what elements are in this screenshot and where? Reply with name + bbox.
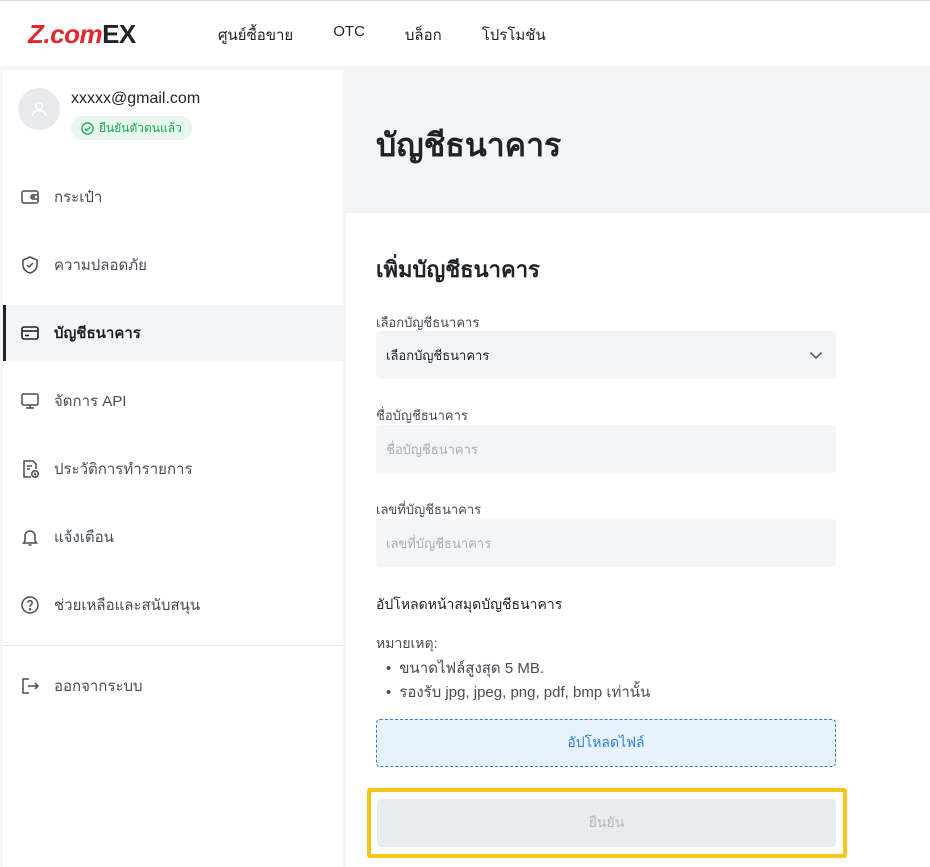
card-title: เพิ่มบัญชีธนาคาร [376, 257, 540, 282]
main-nav: ศูนย์ซื้อขาย OTC บล็อก โปรโมชัน [218, 23, 546, 47]
verified-badge-label: ยืนยันตัวตนแล้ว [99, 120, 182, 135]
monitor-icon [20, 391, 40, 411]
page-title: บัญชีธนาคาร [376, 127, 562, 163]
sidebar-item-bank-account[interactable]: บัญชีธนาคาร [3, 305, 343, 361]
bank-select[interactable]: เลือกบัญชีธนาคาร [376, 331, 836, 379]
sidebar-item-label: กระเป๋า [54, 189, 103, 206]
add-bank-account-card: เพิ่มบัญชีธนาคาร เลือกบัญชีธนาคาร เลือกบ… [346, 213, 930, 867]
account-number-label: เลขที่บัญชีธนาคาร [376, 502, 482, 517]
zcomex-logo[interactable]: Z.com EX [28, 18, 136, 49]
upload-section-label: อัปโหลดหน้าสมุดบัญชีธนาคาร [376, 596, 563, 612]
sidebar-item-api[interactable]: จัดการ API [3, 373, 343, 429]
sidebar-item-label: แจ้งเตือน [54, 529, 114, 546]
sidebar-item-help[interactable]: ช่วยเหลือและสนับสนุน [3, 577, 343, 633]
bank-select-label: เลือกบัญชีธนาคาร [376, 315, 480, 330]
account-name-label: ชื่อบัญชีธนาคาร [376, 408, 468, 423]
sidebar-item-label: ช่วยเหลือและสนับสนุน [54, 597, 201, 614]
note-title: หมายเหตุ: [376, 635, 438, 651]
upload-file-button[interactable]: อัปโหลดไฟล์ [376, 719, 836, 767]
check-circle-icon [81, 121, 94, 135]
sidebar-item-label: บัญชีธนาคาร [54, 325, 141, 342]
user-email: xxxxx@gmail.com [71, 90, 201, 107]
sidebar-item-notifications[interactable]: แจ้งเตือน [3, 509, 343, 565]
confirm-button[interactable]: ยืนยัน [377, 799, 836, 847]
sidebar-item-label: จัดการ API [54, 393, 127, 410]
chevron-down-icon [809, 351, 823, 360]
sidebar-item-history[interactable]: ประวัติการทำรายการ [3, 441, 343, 497]
nav-item-blog[interactable]: บล็อก [405, 23, 442, 47]
note-item-file-types: รองรับ jpg, jpeg, png, pdf, bmp เท่านั้น [386, 681, 650, 705]
account-sidebar: xxxxx@gmail.com ยืนยันตัวตนแล้ว กระเป๋า … [3, 70, 343, 867]
bank-select-value: เลือกบัญชีธนาคาร [386, 347, 490, 363]
nav-item-promotion[interactable]: โปรโมชัน [482, 23, 546, 47]
note-list: ขนาดไฟล์สูงสุด 5 MB. รองรับ jpg, jpeg, p… [386, 657, 650, 705]
account-name-input[interactable] [376, 425, 836, 473]
account-number-input[interactable] [376, 519, 836, 567]
logo-suffix-text: EX [102, 18, 136, 49]
bell-icon [20, 527, 40, 547]
top-nav-bar: Z.com EX ศูนย์ซื้อขาย OTC บล็อก โปรโมชัน [0, 0, 930, 66]
logo-main-text: Z.com [28, 18, 103, 49]
sidebar-item-wallet[interactable]: กระเป๋า [3, 169, 343, 225]
shield-icon [20, 255, 40, 275]
sidebar-item-label: ประวัติการทำรายการ [54, 461, 193, 478]
history-icon [20, 459, 40, 479]
sidebar-item-logout[interactable]: ออกจากระบบ [3, 658, 343, 714]
sidebar-item-label: ออกจากระบบ [54, 678, 143, 695]
nav-item-otc[interactable]: OTC [333, 23, 365, 47]
note-item-file-size: ขนาดไฟล์สูงสุด 5 MB. [386, 657, 650, 681]
verified-badge: ยืนยันตัวตนแล้ว [71, 116, 192, 140]
wallet-icon [20, 187, 40, 207]
help-icon [20, 595, 40, 615]
avatar [18, 88, 60, 130]
sidebar-item-label: ความปลอดภัย [54, 257, 147, 274]
user-icon [31, 101, 47, 117]
logout-icon [20, 676, 40, 696]
sidebar-item-security[interactable]: ความปลอดภัย [3, 237, 343, 293]
nav-item-trading-center[interactable]: ศูนย์ซื้อขาย [218, 23, 293, 47]
card-icon [20, 323, 40, 343]
sidebar-divider [3, 645, 343, 646]
